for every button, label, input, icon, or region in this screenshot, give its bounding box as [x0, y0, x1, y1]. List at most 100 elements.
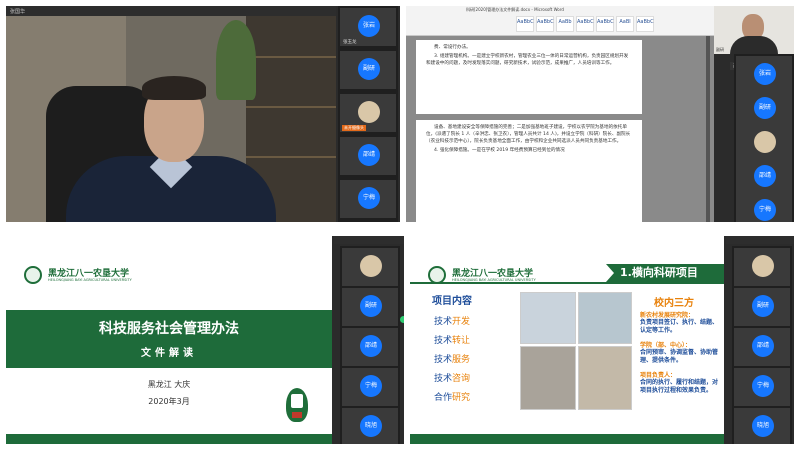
- lab-photo: [578, 292, 632, 344]
- ribbon-style-button[interactable]: AaBbC: [636, 16, 654, 32]
- participant-tile[interactable]: 未开摄像头: [340, 94, 396, 132]
- speaker-hair: [142, 76, 206, 100]
- participant-badge: 未开摄像头: [342, 125, 366, 131]
- participant-tile[interactable]: 邵靖: [340, 137, 396, 175]
- item-prefix: 技术: [434, 355, 453, 365]
- participant-name: 张玉龙: [343, 40, 357, 45]
- meeting-info-bar: [334, 236, 404, 244]
- slide-footer-bar: [6, 434, 332, 444]
- meeting-info-bar: [726, 236, 794, 244]
- doc-paragraph: 费、常设行办法。: [434, 45, 471, 50]
- participant-tile[interactable]: 张岩 张玉龙: [340, 8, 396, 46]
- project-content-item: 技术服务: [434, 352, 470, 365]
- party-title: 学院（部、中心）：: [640, 342, 692, 349]
- participant-tile[interactable]: 宁梅: [736, 192, 792, 222]
- participant-list[interactable]: 张岩 副研 邵靖 宁梅: [734, 54, 794, 222]
- party-title: 新农村发展研究院：: [640, 312, 695, 319]
- item-prefix: 技术: [434, 317, 453, 327]
- participant-avatar: [752, 255, 774, 277]
- participant-tile[interactable]: 邵靖: [342, 328, 398, 366]
- project-content-item: 技术咨询: [434, 371, 470, 384]
- participant-tile[interactable]: [342, 248, 398, 286]
- video-title: 张国华: [6, 6, 336, 16]
- item-prefix: 合作: [434, 393, 453, 403]
- lab-photo: [520, 292, 576, 344]
- doc-paragraph: 4. 强化保障措施。一是在学校 2019 年经费预算已经到位的情况: [434, 148, 565, 153]
- three-parties-list: 新农村发展研究院： 负责项目签订、执行、结题、认定等工作。 学院（部、中心）： 合同预…: [640, 310, 722, 400]
- slide-footer-bar: [410, 434, 724, 444]
- three-parties-heading: 校内三方: [654, 298, 694, 309]
- section-title: 1.横向科研项目: [606, 264, 724, 282]
- participant-tile[interactable]: [734, 248, 790, 286]
- university-emblem: [286, 388, 308, 422]
- slide-date: 2020年3月: [148, 397, 190, 406]
- ribbon-style-button[interactable]: AaBbC: [516, 16, 534, 32]
- word-title: 科研[2020]管理办法文件解读.docx - Microsoft Word: [466, 7, 564, 12]
- speaker-video: 张国华: [6, 6, 336, 222]
- participant-tile[interactable]: 晓旭: [342, 408, 398, 444]
- participant-tile[interactable]: 副研: [340, 51, 396, 89]
- item-highlight: 研究: [452, 393, 471, 403]
- item-highlight: 服务: [452, 355, 471, 365]
- slide-subtitle: 文件解读: [141, 348, 197, 359]
- participant-tile[interactable]: 张岩: [736, 56, 792, 94]
- item-highlight: 咨询: [452, 374, 471, 384]
- video-panel-bottom-right: 黑龙江八一农垦大学 HEILONGJIANG BAYI AGRICULTURAL…: [410, 236, 794, 444]
- participant-avatar: 晓旭: [360, 415, 382, 437]
- participant-avatar: 邵靖: [752, 335, 774, 357]
- participant-avatar: 宁梅: [360, 375, 382, 397]
- participant-list[interactable]: 副研 邵靖 宁梅 晓旭: [732, 246, 792, 444]
- participant-tile[interactable]: 宁梅: [340, 180, 396, 218]
- doc-paragraph: 3. 组建管理机构。一是建立学校新农村，管理农业三位一体的日常运营机构，负责园区…: [426, 54, 629, 66]
- self-camera-name: 副研: [716, 47, 724, 52]
- participant-tile[interactable]: [736, 124, 792, 162]
- university-logo: [24, 266, 42, 284]
- project-content-item: 合作研究: [434, 390, 470, 403]
- project-content-item: 技术转让: [434, 333, 470, 346]
- item-prefix: 技术: [434, 374, 453, 384]
- video-panel-top-left: 张国华 张岩 张玉龙副研未开摄像头邵靖宁梅: [6, 6, 400, 222]
- ribbon-style-button[interactable]: AaBl: [616, 16, 634, 32]
- plant: [216, 20, 256, 100]
- party-description: 负责项目签订、执行、结题、认定等工作。: [640, 319, 719, 334]
- party-title: 项目负责人：: [640, 372, 677, 379]
- participant-avatar: 宁梅: [752, 375, 774, 397]
- participant-list[interactable]: 张岩 张玉龙副研未开摄像头邵靖宁梅: [338, 6, 398, 222]
- item-prefix: 技术: [434, 336, 453, 346]
- doc-paragraph: 设备、基地建设安全等保障措施的完善；二是加强基地班子建设，学校以农学院为基地的依…: [426, 125, 631, 144]
- status-dot: [400, 316, 404, 323]
- video-panel-bottom-left: 黑龙江八一农垦大学 HEILONGJIANG BAYI AGRICULTURAL…: [6, 236, 404, 444]
- participant-tile[interactable]: 宁梅: [734, 368, 790, 406]
- document-page-2: 设备、基地建设安全等保障措施的完善；二是加强基地班子建设，学校以农学院为基地的依…: [416, 120, 642, 222]
- participant-avatar: 宁梅: [754, 199, 776, 221]
- doc-scrollbar[interactable]: [706, 36, 710, 222]
- item-highlight: 开发: [452, 317, 471, 327]
- participant-tile[interactable]: 副研: [342, 288, 398, 326]
- slide-place: 黑龙江 大庆: [147, 380, 191, 389]
- participant-avatar: 副研: [754, 97, 776, 119]
- ribbon-style-button[interactable]: AaBbC: [576, 16, 594, 32]
- slide-title: 科技服务社会管理办法: [99, 321, 239, 337]
- lab-photos: [520, 292, 632, 410]
- lab-photo: [578, 346, 632, 410]
- project-content-list: 技术开发 技术转让 技术服务 技术咨询 合作研究: [434, 314, 470, 409]
- participant-tile[interactable]: 邵靖: [734, 328, 790, 366]
- participant-tile[interactable]: 邵靖: [736, 158, 792, 196]
- participant-tile[interactable]: 副研: [736, 90, 792, 128]
- ribbon-style-button[interactable]: AaBbC: [536, 16, 554, 32]
- divider: [410, 282, 724, 284]
- participant-avatar: 张岩: [754, 63, 776, 85]
- video-panel-top-right: 科研[2020]管理办法文件解读.docx - Microsoft Word A…: [406, 6, 794, 222]
- document-page-1: 费、常设行办法。 3. 组建管理机构。一是建立学校新农村，管理农业三位一体的日常…: [416, 40, 642, 114]
- party-description: 合同的执行、履行和结题，对项目执行过程和效果负责。: [640, 379, 719, 394]
- ribbon-style-button[interactable]: AaBb: [556, 16, 574, 32]
- participant-tile[interactable]: 宁梅: [342, 368, 398, 406]
- participant-avatar: 宁梅: [358, 187, 380, 209]
- participant-tile[interactable]: 晓旭: [734, 408, 790, 444]
- ribbon-style-button[interactable]: AaBbC: [596, 16, 614, 32]
- participant-avatar: [358, 101, 380, 123]
- participant-avatar: 邵靖: [358, 144, 380, 166]
- participant-list[interactable]: 副研 邵靖 宁梅 晓旭: [340, 246, 400, 444]
- participant-avatar: 邵靖: [754, 165, 776, 187]
- participant-tile[interactable]: 副研: [734, 288, 790, 326]
